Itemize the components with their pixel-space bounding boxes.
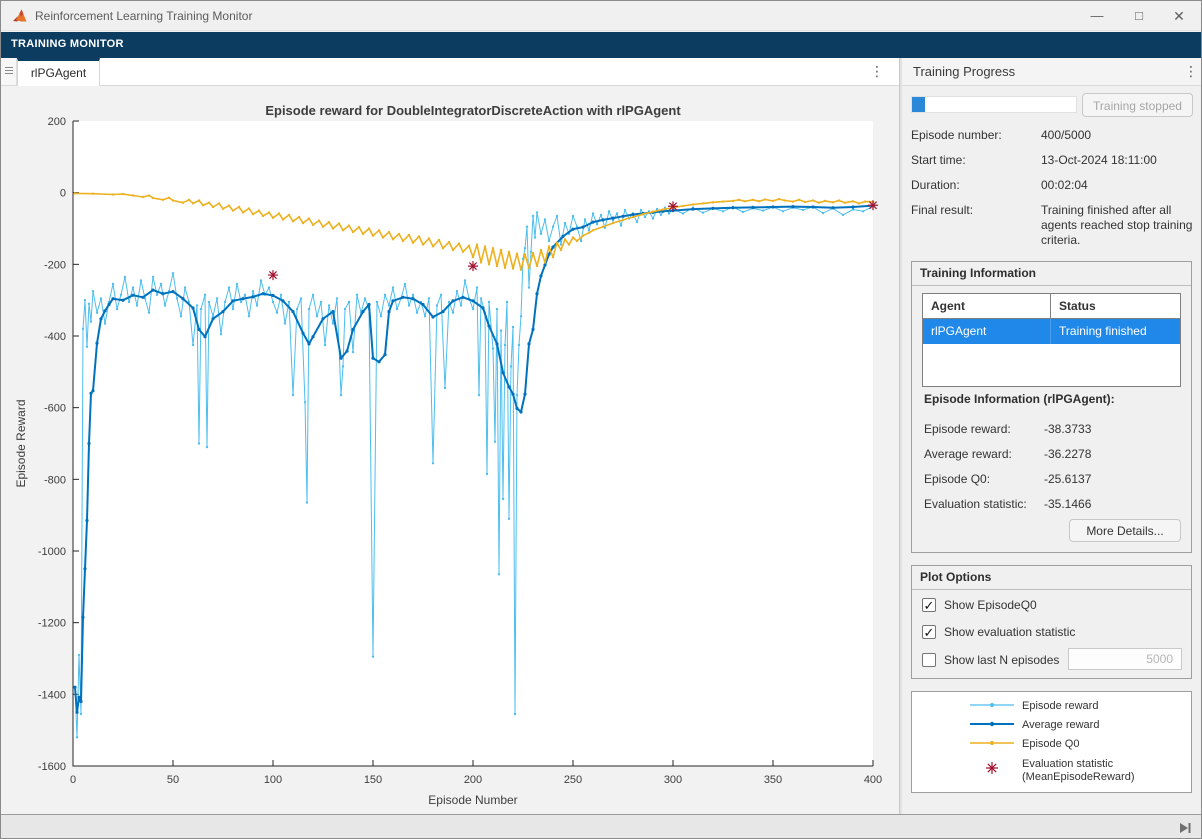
training-progress-header: Training Progress ⋮ <box>902 58 1202 86</box>
matlab-logo-icon <box>12 8 29 25</box>
plot-options-panel: Plot Options Show EpisodeQ0 Show evaluat… <box>911 565 1192 679</box>
average-reward-label: Average reward: <box>924 447 1012 461</box>
y-tick-label: 200 <box>48 116 66 128</box>
plot-options-title: Plot Options <box>912 566 1191 590</box>
progress-bar <box>911 96 1077 113</box>
show-episodeq0-checkbox[interactable] <box>922 598 936 612</box>
x-tick-label: 100 <box>264 774 282 786</box>
panel-menu-icon[interactable]: ⋮ <box>1183 63 1199 80</box>
more-details-button[interactable]: More Details... <box>1069 519 1181 542</box>
titlebar: Reinforcement Learning Training Monitor … <box>1 1 1201 31</box>
legend-item-episode-reward: Episode reward <box>912 698 1191 716</box>
training-information-title: Training Information <box>912 262 1191 286</box>
x-axis-label: Episode Number <box>428 793 517 807</box>
progress-fill <box>912 97 925 112</box>
evaluation-statistic-label: Evaluation statistic: <box>924 497 1027 511</box>
legend-item-episode-q0: Episode Q0 <box>912 736 1191 754</box>
show-episodeq0-label: Show EpisodeQ0 <box>944 598 1037 612</box>
panel-title: Training Progress <box>913 64 1015 79</box>
legend-label: Evaluation statistic(MeanEpisodeReward) <box>1022 758 1135 784</box>
training-chart: Episode reward for DoubleIntegratorDiscr… <box>1 86 899 814</box>
close-button[interactable]: ✕ <box>1159 1 1199 31</box>
episode-q0-line-icon <box>970 737 1014 749</box>
duration-value: 00:02:04 <box>1041 178 1195 193</box>
toolstrip-ribbon: TRAINING MONITOR <box>1 32 1201 58</box>
legend-label: Average reward <box>1022 719 1099 732</box>
plot-area <box>73 121 873 766</box>
legend-label: Episode Q0 <box>1022 738 1079 751</box>
y-axis-label: Episode Reward <box>14 399 28 487</box>
training-stopped-button[interactable]: Training stopped <box>1082 93 1193 117</box>
chart-panel: Episode reward for DoubleIntegratorDiscr… <box>1 86 899 814</box>
episode-reward-label: Episode reward: <box>924 422 1011 436</box>
x-tick-label: 50 <box>167 774 179 786</box>
average-reward-value: -36.2278 <box>1044 447 1091 461</box>
y-tick-label: -600 <box>44 403 66 415</box>
agents-table: Agent Status rlPGAgent Training finished <box>922 293 1181 387</box>
evaluation-statistic-asterisk-icon <box>970 760 1014 776</box>
minimize-button[interactable]: — <box>1077 1 1117 31</box>
bottom-statusbar <box>1 814 1201 839</box>
episode-reward-value: -38.3733 <box>1044 422 1091 436</box>
x-tick-label: 150 <box>364 774 382 786</box>
y-tick-label: -400 <box>44 331 66 343</box>
average-reward-line-icon <box>970 718 1014 730</box>
x-tick-label: 400 <box>864 774 882 786</box>
last-n-episodes-input[interactable] <box>1068 648 1182 670</box>
expand-panel-icon[interactable] <box>1177 820 1193 836</box>
show-last-n-episodes-label: Show last N episodes <box>944 653 1059 667</box>
y-tick-label: -1200 <box>38 618 66 630</box>
show-evaluation-statistic-label: Show evaluation statistic <box>944 625 1075 639</box>
table-header-status: Status <box>1051 294 1180 318</box>
document-tab-strip: rlPGAgent ⋮ <box>1 58 899 86</box>
chart-legend: Episode reward Average reward Episode Q0… <box>911 691 1192 793</box>
ribbon-tab-label[interactable]: TRAINING MONITOR <box>11 38 124 50</box>
episode-number-value: 400/5000 <box>1041 128 1195 143</box>
show-last-n-episodes-checkbox[interactable] <box>922 653 936 667</box>
training-progress-panel: Training stopped Episode number: 400/500… <box>902 86 1202 814</box>
x-tick-label: 300 <box>664 774 682 786</box>
x-tick-label: 200 <box>464 774 482 786</box>
table-header-agent: Agent <box>923 294 1051 318</box>
tab-rlpgagent[interactable]: rlPGAgent <box>17 58 100 86</box>
legend-item-average-reward: Average reward <box>912 717 1191 735</box>
y-tick-label: 0 <box>60 188 66 200</box>
start-time-value: 13-Oct-2024 18:11:00 <box>1041 153 1195 168</box>
x-tick-label: 250 <box>564 774 582 786</box>
window-title: Reinforcement Learning Training Monitor <box>35 9 252 23</box>
start-time-label: Start time: <box>911 153 966 167</box>
y-tick-label: -1600 <box>38 761 66 773</box>
chart-title: Episode reward for DoubleIntegratorDiscr… <box>265 103 681 118</box>
episode-reward-line-icon <box>970 699 1014 711</box>
app-window: Reinforcement Learning Training Monitor … <box>0 0 1202 839</box>
episode-number-label: Episode number: <box>911 128 1002 142</box>
x-tick-label: 0 <box>70 774 76 786</box>
training-information-panel: Training Information Agent Status rlPGAg… <box>911 261 1192 553</box>
tab-label: rlPGAgent <box>18 66 99 80</box>
final-result-label: Final result: <box>911 203 973 217</box>
duration-label: Duration: <box>911 178 960 192</box>
legend-item-evaluation-statistic: Evaluation statistic(MeanEpisodeReward) <box>912 756 1191 786</box>
y-tick-label: -1000 <box>38 546 66 558</box>
x-tick-label: 350 <box>764 774 782 786</box>
y-tick-label: -1400 <box>38 689 66 701</box>
y-tick-label: -200 <box>44 259 66 271</box>
table-row[interactable]: rlPGAgent Training finished <box>923 319 1180 344</box>
agent-name-cell: rlPGAgent <box>923 319 1051 344</box>
final-result-value: Training finished after all agents reach… <box>1041 203 1195 248</box>
maximize-button[interactable]: □ <box>1119 1 1159 31</box>
episode-information-title: Episode Information (rlPGAgent): <box>924 392 1115 406</box>
episode-q0-value: -25.6137 <box>1044 472 1091 486</box>
y-tick-label: -800 <box>44 474 66 486</box>
show-evaluation-statistic-checkbox[interactable] <box>922 625 936 639</box>
agent-status-cell: Training finished <box>1051 319 1180 344</box>
episode-q0-label: Episode Q0: <box>924 472 990 486</box>
table-header-row: Agent Status <box>923 294 1180 319</box>
drag-handle-icon[interactable] <box>1 58 17 85</box>
legend-label: Episode reward <box>1022 700 1098 713</box>
document-menu-icon[interactable]: ⋮ <box>869 63 885 80</box>
evaluation-statistic-value: -35.1466 <box>1044 497 1091 511</box>
